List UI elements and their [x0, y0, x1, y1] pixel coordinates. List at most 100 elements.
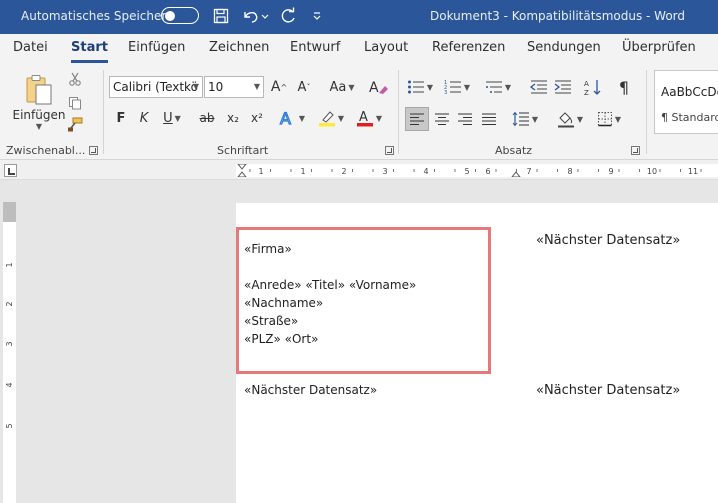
- tab-datei[interactable]: Datei: [13, 40, 48, 55]
- tab-sendungen[interactable]: Sendungen: [527, 40, 601, 55]
- numbering-button[interactable]: 1 2 3 ▼: [442, 76, 472, 98]
- document-title: Dokument3 - Kompatibilitätsmodus - Word: [430, 9, 685, 23]
- svg-text:Z: Z: [584, 89, 589, 96]
- first-line-indent-marker[interactable]: [236, 163, 248, 170]
- merge-field-firma[interactable]: «Firma»: [244, 242, 292, 256]
- tab-start[interactable]: Start: [71, 40, 108, 63]
- ribbon: Einfügen ▼ Zwischenabl... Calibri (Textk…: [0, 64, 718, 160]
- sort-icon[interactable]: AZ: [582, 76, 604, 98]
- tab-entwurf[interactable]: Entwurf: [290, 40, 340, 55]
- ribbon-tabs: Datei Start Einfügen Zeichnen Entwurf La…: [0, 34, 718, 64]
- ruler-label: 1: [300, 167, 305, 176]
- next-record-field[interactable]: «Nächster Datensatz»: [536, 233, 680, 248]
- vruler-label: 5: [5, 423, 14, 428]
- decrease-indent-icon[interactable]: [528, 76, 550, 98]
- font-color-dropdown-icon: ▼: [375, 113, 383, 123]
- grow-font-button[interactable]: A ^: [268, 77, 290, 97]
- change-case-button[interactable]: Aa ▼: [325, 77, 359, 97]
- bold-button[interactable]: F: [112, 107, 130, 129]
- text-effects-dropdown-icon: ▼: [298, 113, 306, 123]
- cut-icon[interactable]: [66, 70, 84, 88]
- text-effects-icon: A: [279, 109, 291, 127]
- undo-icon[interactable]: [240, 6, 270, 26]
- toggle-knob: [165, 10, 175, 21]
- align-left-button[interactable]: [405, 107, 429, 131]
- paragraph-group-label: Absatz: [495, 144, 533, 157]
- multilevel-list-button[interactable]: ▼: [481, 76, 515, 98]
- font-name-combo[interactable]: Calibri (Textkö ▼: [109, 76, 203, 98]
- line-spacing-button[interactable]: ▼: [508, 107, 542, 131]
- paste-button[interactable]: Einfügen ▼: [13, 70, 65, 134]
- shading-button[interactable]: ▼: [553, 107, 587, 131]
- font-size-combo[interactable]: 10 ▼: [204, 76, 264, 98]
- document-page[interactable]: «Firma» «Anrede» «Titel» «Vorname» «Nach…: [236, 203, 718, 503]
- redo-icon[interactable]: [278, 6, 298, 26]
- next-record-field[interactable]: «Nächster Datensatz»: [536, 383, 680, 398]
- font-group-label: Schriftart: [217, 144, 269, 157]
- subscript-button[interactable]: x₂: [222, 107, 244, 129]
- tab-layout[interactable]: Layout: [364, 40, 408, 55]
- paste-icon: [26, 74, 52, 104]
- borders-button[interactable]: ▼: [592, 107, 626, 131]
- clipboard-group-label: Zwischenabl...: [6, 144, 86, 157]
- tab-einfuegen[interactable]: Einfügen: [128, 40, 185, 55]
- customize-toolbar-icon[interactable]: [310, 6, 324, 26]
- change-case-dropdown-icon: ▼: [348, 82, 355, 92]
- horizontal-ruler[interactable]: 1 1 2 3 4 5 6 7 8 9 10 11: [236, 163, 718, 178]
- clipboard-launcher-icon[interactable]: [89, 146, 98, 155]
- format-painter-icon[interactable]: [66, 116, 84, 134]
- ruler-label: 11: [688, 167, 698, 176]
- font-launcher-icon[interactable]: [385, 146, 394, 155]
- tab-referenzen[interactable]: Referenzen: [432, 40, 505, 55]
- increase-indent-icon[interactable]: [552, 76, 574, 98]
- strikethrough-button[interactable]: ab: [195, 107, 219, 129]
- ruler-label: 6: [485, 167, 490, 176]
- underline-button[interactable]: U ▼: [158, 107, 186, 129]
- ruler-label: 4: [423, 167, 428, 176]
- change-case-label: Aa: [329, 79, 347, 95]
- borders-icon: [597, 112, 612, 127]
- highlight-button[interactable]: ▼: [314, 107, 348, 129]
- title-bar: Automatisches Speichern Dokument3 - Komp…: [0, 0, 718, 34]
- tab-selector-icon[interactable]: [4, 164, 17, 177]
- multilevel-list-icon: [485, 81, 502, 93]
- ruler-label: 8: [567, 167, 572, 176]
- autosave-toggle[interactable]: [161, 7, 199, 24]
- justify-icon[interactable]: [477, 107, 501, 131]
- paragraph-launcher-icon[interactable]: [631, 146, 640, 155]
- font-name-dropdown-icon: ▼: [192, 82, 199, 91]
- merge-field-anrede-line[interactable]: «Anrede» «Titel» «Vorname»: [244, 278, 416, 292]
- shading-icon: [557, 112, 574, 128]
- tab-ueberpruefen[interactable]: Überprüfen: [622, 40, 696, 55]
- ruler-label: 7: [526, 167, 531, 176]
- copy-icon[interactable]: [66, 94, 84, 112]
- show-formatting-marks-button[interactable]: ¶: [613, 76, 635, 98]
- shrink-font-button[interactable]: Aˇ: [293, 77, 315, 97]
- font-color-button[interactable]: A ▼: [352, 107, 386, 129]
- merge-field-nachname[interactable]: «Nachname»: [244, 296, 323, 310]
- style-standard-sample: AaBbCcDc: [661, 85, 718, 99]
- underline-label: U: [163, 110, 173, 126]
- tab-zeichnen[interactable]: Zeichnen: [209, 40, 269, 55]
- numbering-dropdown-icon: ▼: [463, 82, 471, 92]
- save-icon[interactable]: [211, 6, 231, 26]
- merge-field-strasse[interactable]: «Straße»: [244, 314, 298, 328]
- style-standard-name: ¶ Standard: [661, 111, 718, 124]
- next-record-field[interactable]: «Nächster Datensatz»: [244, 383, 377, 397]
- right-indent-marker[interactable]: [510, 171, 522, 178]
- multilevel-list-dropdown-icon: ▼: [504, 82, 512, 92]
- merge-field-plz-ort[interactable]: «PLZ» «Ort»: [244, 332, 318, 346]
- hanging-indent-marker[interactable]: [236, 171, 248, 178]
- vertical-ruler[interactable]: 1 2 3 4 5: [3, 202, 16, 503]
- svg-text:A: A: [369, 80, 379, 96]
- clear-formatting-icon[interactable]: A: [366, 76, 390, 98]
- styles-gallery[interactable]: AaBbCcDc ¶ Standard: [654, 70, 718, 134]
- align-center-icon[interactable]: [430, 107, 454, 131]
- ruler-label: 3: [382, 167, 387, 176]
- font-size-value: 10: [208, 80, 224, 94]
- align-right-icon[interactable]: [453, 107, 477, 131]
- bullets-button[interactable]: ▼: [405, 76, 435, 98]
- text-effects-button[interactable]: A ▼: [276, 107, 308, 129]
- superscript-button[interactable]: x²: [246, 107, 268, 129]
- italic-button[interactable]: K: [135, 107, 153, 129]
